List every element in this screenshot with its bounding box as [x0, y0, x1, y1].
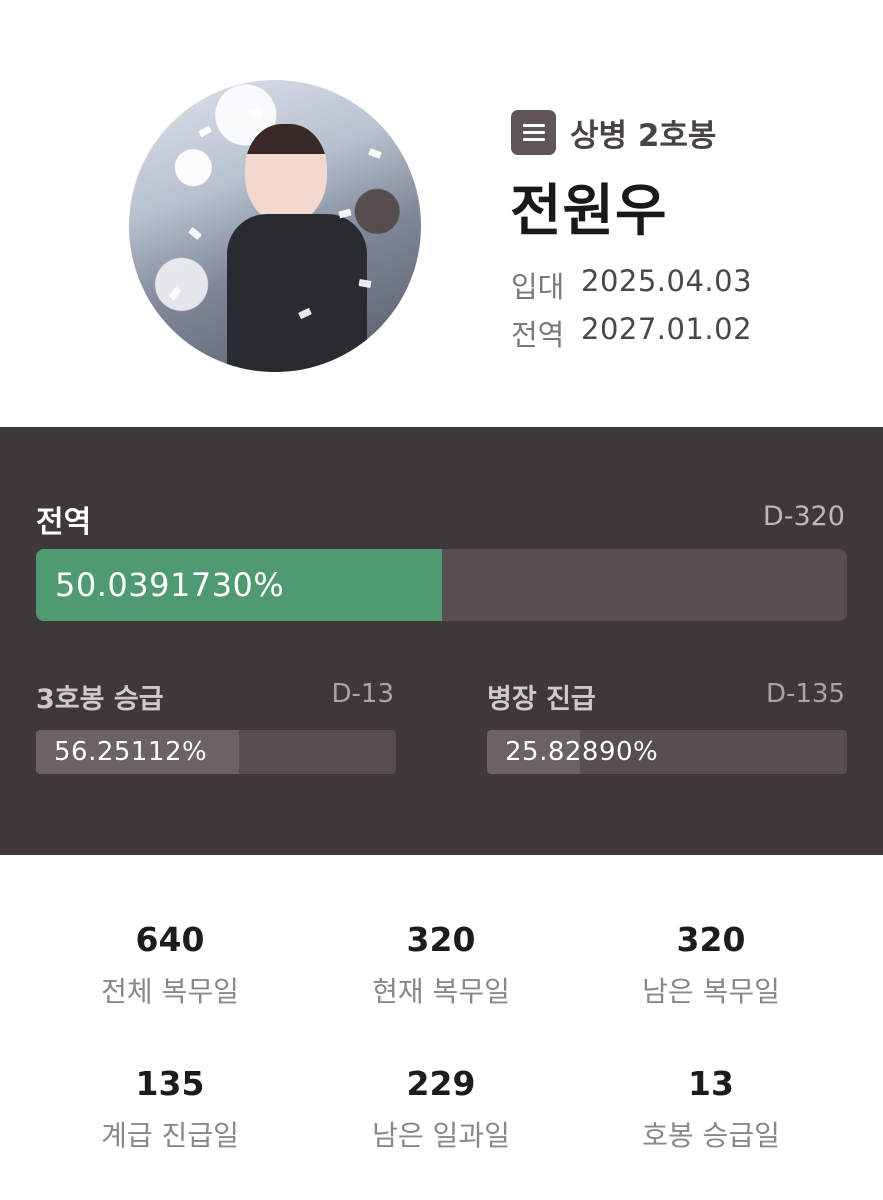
- stat-label: 남은 복무일: [642, 975, 780, 1008]
- stat-value: 320: [406, 920, 476, 959]
- sergeant-promotion-dday: D-135: [765, 679, 845, 709]
- hobong-promotion-label: 3호봉 승급: [36, 684, 164, 715]
- confetti-piece: [383, 327, 397, 340]
- stat-value: 13: [688, 1064, 734, 1103]
- profile-header: 상병 2호봉 전원우 입대 2025.04.03 전역 2027.01.02: [0, 0, 883, 427]
- sergeant-promotion-bar[interactable]: 25.82890%: [487, 730, 847, 774]
- discharge-progress-label: 전역: [36, 505, 92, 540]
- stat-total-days: 640 전체 복무일: [25, 918, 315, 1010]
- rank-row: 상병 2호봉: [511, 109, 716, 155]
- stat-remaining-workdays: 229 남은 일과일: [296, 1062, 586, 1154]
- discharge-date: 2027.01.02: [581, 312, 753, 346]
- avatar-head: [245, 124, 327, 224]
- confetti-piece: [198, 125, 212, 138]
- confetti-piece: [248, 108, 262, 119]
- rank-label: 상병 2호봉: [570, 117, 717, 154]
- stat-label: 전체 복무일: [101, 975, 239, 1008]
- stat-hobong-promotion-days: 13 호봉 승급일: [566, 1062, 856, 1154]
- stat-value: 640: [135, 920, 205, 959]
- sergeant-promotion-percent: 25.82890%: [505, 737, 659, 767]
- sergeant-promotion-label: 병장 진급: [487, 684, 596, 715]
- menu-lines-icon: [511, 109, 556, 155]
- stat-label: 호봉 승급일: [642, 1119, 780, 1152]
- discharge-date-row: 전역 2027.01.02: [511, 312, 752, 354]
- stat-label: 계급 진급일: [101, 1119, 239, 1152]
- app-page: 상병 2호봉 전원우 입대 2025.04.03 전역 2027.01.02 전…: [0, 0, 883, 1200]
- confetti-piece: [188, 226, 202, 241]
- hobong-promotion-bar[interactable]: 56.25112%: [36, 730, 396, 774]
- discharge-progress-bar[interactable]: 50.0391730%: [36, 549, 847, 621]
- discharge-dday: D-320: [762, 501, 845, 532]
- avatar-figure: [227, 118, 367, 372]
- stat-rank-promotion-days: 135 계급 진급일: [25, 1062, 315, 1154]
- hobong-promotion-percent: 56.25112%: [54, 737, 208, 767]
- soldier-name: 전원우: [510, 179, 668, 244]
- stat-value: 229: [406, 1064, 476, 1103]
- hobong-promotion-progress: 3호봉 승급 D-13 56.25112%: [36, 677, 396, 777]
- enlist-date-row: 입대 2025.04.03: [511, 264, 752, 306]
- enlist-label: 입대: [511, 270, 565, 304]
- avatar[interactable]: [129, 80, 421, 372]
- stat-remaining-days: 320 남은 복무일: [566, 918, 856, 1010]
- progress-panel: 전역 D-320 50.0391730% 3호봉 승급 D-13 56.2511…: [0, 427, 883, 855]
- confetti-piece: [368, 148, 382, 159]
- stat-label: 남은 일과일: [372, 1119, 510, 1152]
- enlist-date: 2025.04.03: [581, 264, 753, 298]
- discharge-progress-percent: 50.0391730%: [55, 566, 285, 604]
- hobong-promotion-dday: D-13: [331, 679, 395, 709]
- stat-label: 현재 복무일: [372, 975, 510, 1008]
- stat-current-days: 320 현재 복무일: [296, 918, 586, 1010]
- stat-value: 320: [676, 920, 746, 959]
- sergeant-promotion-progress: 병장 진급 D-135 25.82890%: [487, 677, 847, 777]
- stat-value: 135: [135, 1064, 205, 1103]
- discharge-label: 전역: [511, 318, 565, 352]
- confetti-piece: [338, 208, 352, 219]
- service-stats-grid: 640 전체 복무일 320 현재 복무일 320 남은 복무일 135 계급 …: [0, 855, 883, 1200]
- confetti-piece: [168, 286, 182, 301]
- avatar-body: [227, 214, 367, 372]
